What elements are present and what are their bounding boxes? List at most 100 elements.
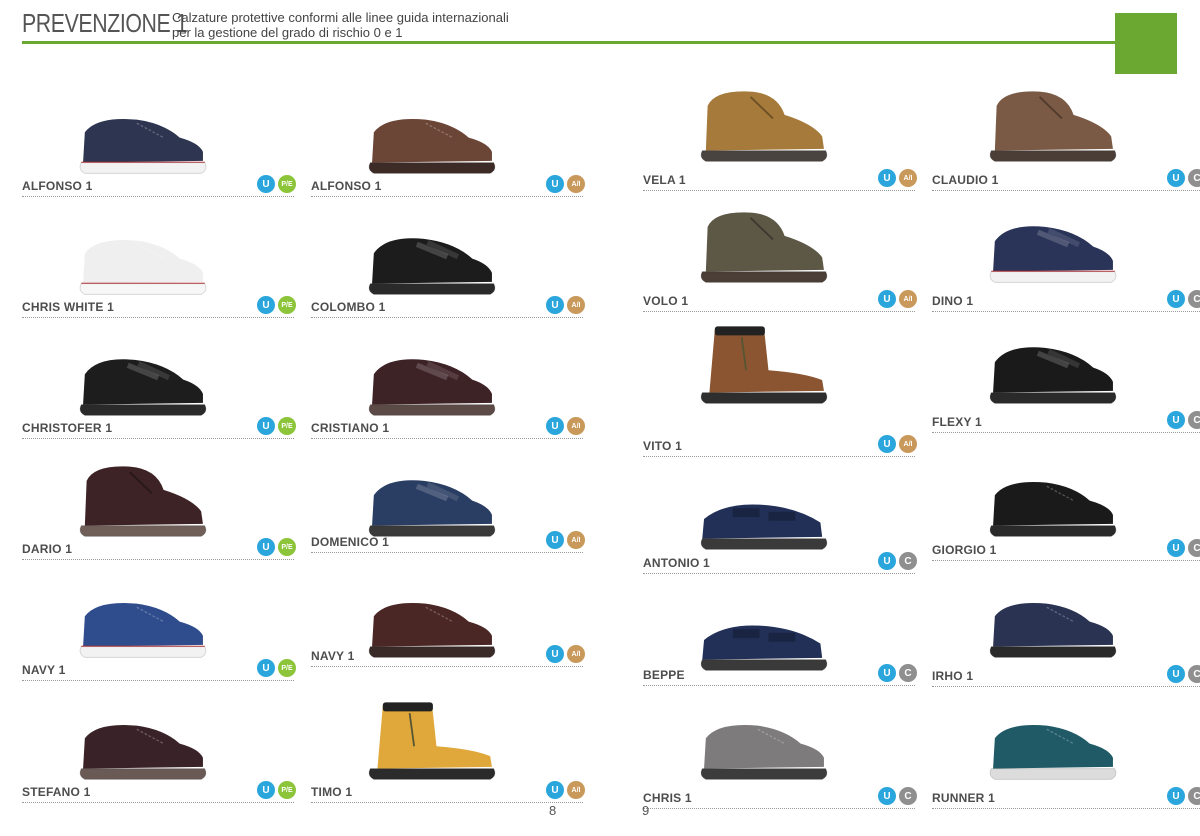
shoe-image: [968, 570, 1138, 666]
season-badge-icon: A/I: [567, 531, 585, 549]
shoe-image: [347, 86, 517, 182]
unisex-badge-icon: U: [1167, 665, 1185, 683]
catalog-subtitle: Calzature protettive conformi alle linee…: [172, 10, 509, 40]
season-badge-icon: C: [899, 787, 917, 805]
season-badges: U C: [1167, 411, 1200, 429]
shoe-image: [58, 328, 228, 424]
product-card: ALFONSO 1 U P/E: [22, 86, 296, 216]
shoe-image: [679, 583, 849, 679]
unisex-badge-icon: U: [1167, 411, 1185, 429]
season-badges: U A/I: [546, 645, 585, 663]
season-badges: U P/E: [257, 659, 296, 677]
unisex-badge-icon: U: [878, 435, 896, 453]
shoe-image: [347, 328, 517, 424]
product-name: RUNNER 1: [932, 791, 995, 805]
product-card: IRHO 1 U C: [932, 570, 1200, 700]
section-marker: [1115, 13, 1177, 74]
product-card: CLAUDIO 1 U C: [932, 74, 1200, 204]
product-name: ALFONSO 1: [311, 179, 382, 193]
season-badges: U A/I: [878, 435, 917, 453]
row-divider: [22, 317, 294, 318]
unisex-badge-icon: U: [878, 664, 896, 682]
season-badge-icon: A/I: [567, 645, 585, 663]
shoe-image: [58, 86, 228, 182]
catalog-title: PREVENZIONE 1: [22, 8, 188, 38]
unisex-badge-icon: U: [546, 781, 564, 799]
page-number-left: 8: [549, 803, 557, 818]
season-badges: U P/E: [257, 296, 296, 314]
row-divider: [643, 190, 915, 191]
product-card: CHRIS WHITE 1 U P/E: [22, 207, 296, 337]
row-divider: [932, 560, 1200, 561]
product-name: NAVY 1: [22, 663, 66, 677]
product-card: NAVY 1 U A/I: [311, 570, 585, 700]
unisex-badge-icon: U: [546, 531, 564, 549]
subtitle-line-1: Calzature protettive conformi alle linee…: [172, 10, 509, 25]
product-card: STEFANO 1 U P/E: [22, 692, 296, 822]
shoe-image: [968, 74, 1138, 170]
season-badges: U A/I: [546, 417, 585, 435]
season-badge-icon: P/E: [278, 781, 296, 799]
season-badges: U C: [878, 552, 917, 570]
season-badges: U P/E: [257, 781, 296, 799]
season-badge-icon: P/E: [278, 417, 296, 435]
row-divider: [311, 552, 583, 553]
product-name: CRISTIANO 1: [311, 421, 390, 435]
product-name: ANTONIO 1: [643, 556, 710, 570]
product-name: STEFANO 1: [22, 785, 91, 799]
season-badge-icon: A/I: [899, 290, 917, 308]
season-badges: U C: [1167, 665, 1200, 683]
season-badge-icon: C: [1188, 290, 1200, 308]
product-card: DARIO 1 U P/E: [22, 449, 296, 579]
unisex-badge-icon: U: [878, 787, 896, 805]
unisex-badge-icon: U: [546, 296, 564, 314]
unisex-badge-icon: U: [546, 417, 564, 435]
product-name: NAVY 1: [311, 649, 355, 663]
season-badge-icon: A/I: [567, 175, 585, 193]
season-badges: U C: [1167, 290, 1200, 308]
row-divider: [932, 686, 1200, 687]
shoe-image: [679, 462, 849, 558]
season-badges: U A/I: [546, 531, 585, 549]
season-badges: U C: [1167, 169, 1200, 187]
product-name: DINO 1: [932, 294, 974, 308]
unisex-badge-icon: U: [878, 290, 896, 308]
season-badges: U C: [878, 787, 917, 805]
season-badge-icon: P/E: [278, 538, 296, 556]
shoe-image: [679, 195, 849, 291]
season-badges: U C: [878, 664, 917, 682]
shoe-image: [58, 570, 228, 666]
shoe-image: [679, 316, 849, 412]
season-badges: U A/I: [878, 169, 917, 187]
season-badge-icon: C: [899, 664, 917, 682]
product-card: VELA 1 U A/I: [643, 74, 917, 204]
product-name: FLEXY 1: [932, 415, 982, 429]
row-divider: [311, 666, 583, 667]
season-badges: U C: [1167, 787, 1200, 805]
unisex-badge-icon: U: [257, 417, 275, 435]
unisex-badge-icon: U: [1167, 290, 1185, 308]
product-name: IRHO 1: [932, 669, 974, 683]
row-divider: [932, 311, 1200, 312]
row-divider: [311, 802, 583, 803]
shoe-image: [968, 316, 1138, 412]
unisex-badge-icon: U: [1167, 787, 1185, 805]
row-divider: [643, 311, 915, 312]
season-badge-icon: A/I: [899, 169, 917, 187]
product-card: COLOMBO 1 U A/I: [311, 207, 585, 337]
unisex-badge-icon: U: [257, 659, 275, 677]
row-divider: [932, 190, 1200, 191]
product-name: ALFONSO 1: [22, 179, 93, 193]
shoe-image: [347, 692, 517, 788]
season-badges: U P/E: [257, 417, 296, 435]
product-card: ANTONIO 1 U C: [643, 462, 917, 592]
shoe-image: [968, 449, 1138, 545]
row-divider: [22, 438, 294, 439]
product-name: VELA 1: [643, 173, 686, 187]
product-name: TIMO 1: [311, 785, 353, 799]
subtitle-line-2: per la gestione del grado di rischio 0 e…: [172, 25, 403, 40]
shoe-image: [347, 207, 517, 303]
row-divider: [311, 196, 583, 197]
unisex-badge-icon: U: [1167, 539, 1185, 557]
product-name: COLOMBO 1: [311, 300, 386, 314]
